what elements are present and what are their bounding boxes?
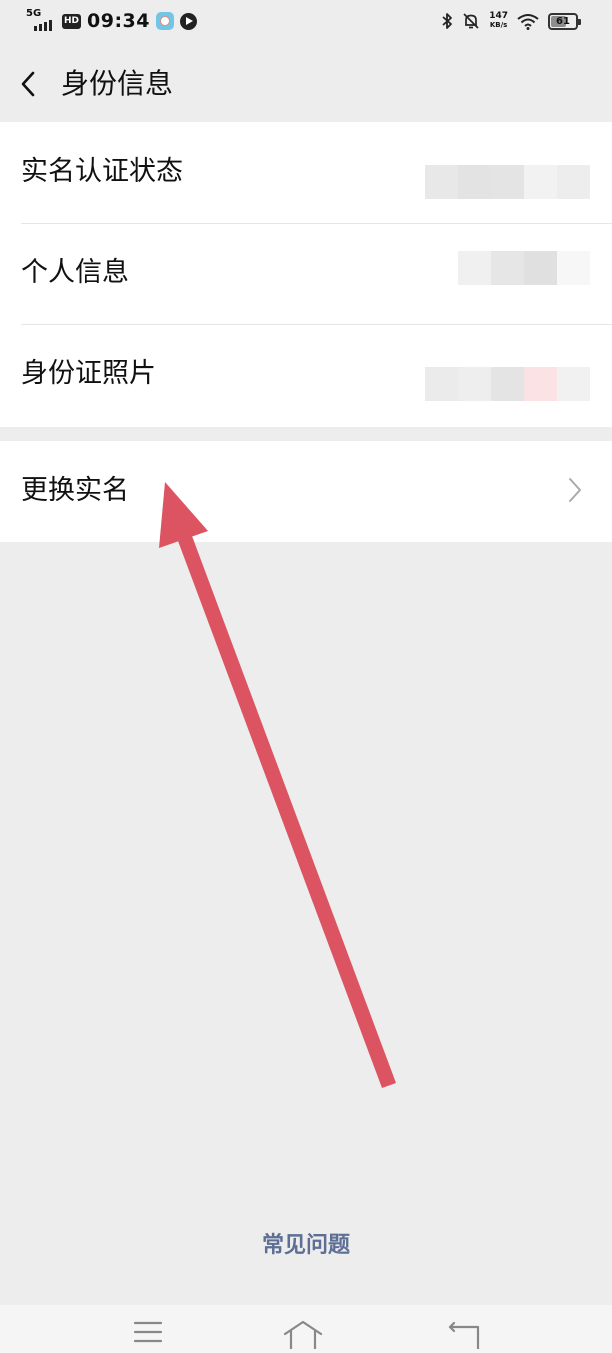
net-speed: 147 KB/s <box>489 12 508 30</box>
app-notification-icon <box>156 12 174 30</box>
menu-button[interactable] <box>128 1319 168 1353</box>
row-label: 更换实名 <box>21 475 129 506</box>
bluetooth-icon <box>442 13 453 29</box>
row-label: 身份证照片 <box>21 358 156 389</box>
home-icon <box>283 1320 323 1349</box>
status-bar: 5G HD 09:34 147 KB/s 61 <box>0 0 612 48</box>
pixelated-value <box>458 251 590 285</box>
row-label: 个人信息 <box>21 257 129 288</box>
hd-badge: HD <box>62 13 82 29</box>
back-icon <box>448 1321 480 1349</box>
battery-icon: 61 <box>548 12 581 30</box>
home-button[interactable] <box>283 1319 323 1353</box>
row-change-realname[interactable]: 更换实名 <box>0 441 612 542</box>
page-title: 身份信息 <box>61 67 174 100</box>
battery-text: 61 <box>556 15 570 27</box>
network-type: 5G <box>26 8 42 19</box>
faq-link[interactable]: 常见问题 <box>0 1227 612 1259</box>
chevron-right-icon <box>569 478 581 502</box>
status-time: 09:34 <box>87 10 150 32</box>
row-personal-info[interactable]: 个人信息 <box>0 223 612 324</box>
menu-icon <box>133 1321 163 1343</box>
mute-bell-icon <box>463 13 479 29</box>
pixelated-value <box>425 165 590 199</box>
system-nav-bar <box>0 1305 612 1353</box>
status-bar-right: 147 KB/s 61 <box>441 12 581 30</box>
status-bar-left: 5G HD 09:34 <box>26 8 197 32</box>
video-app-icon <box>180 12 197 30</box>
net-speed-value: 147 <box>489 11 508 21</box>
back-button[interactable] <box>10 66 46 102</box>
back-nav-button[interactable] <box>444 1319 484 1353</box>
signal-icon: 5G <box>26 8 56 32</box>
change-realname-group: 更换实名 <box>0 441 612 542</box>
title-bar: 身份信息 <box>0 48 612 122</box>
pixelated-value <box>425 367 590 401</box>
annotation-arrow-shaft <box>178 536 396 1088</box>
row-verification-status[interactable]: 实名认证状态 <box>0 122 612 223</box>
chevron-left-icon <box>21 71 35 97</box>
row-label: 实名认证状态 <box>21 156 183 187</box>
row-id-card-photo[interactable]: 身份证照片 <box>0 324 612 425</box>
net-speed-unit: KB/s <box>489 21 508 29</box>
wifi-icon <box>517 13 539 30</box>
identity-info-group: 实名认证状态 个人信息 身份证照片 <box>0 122 612 427</box>
